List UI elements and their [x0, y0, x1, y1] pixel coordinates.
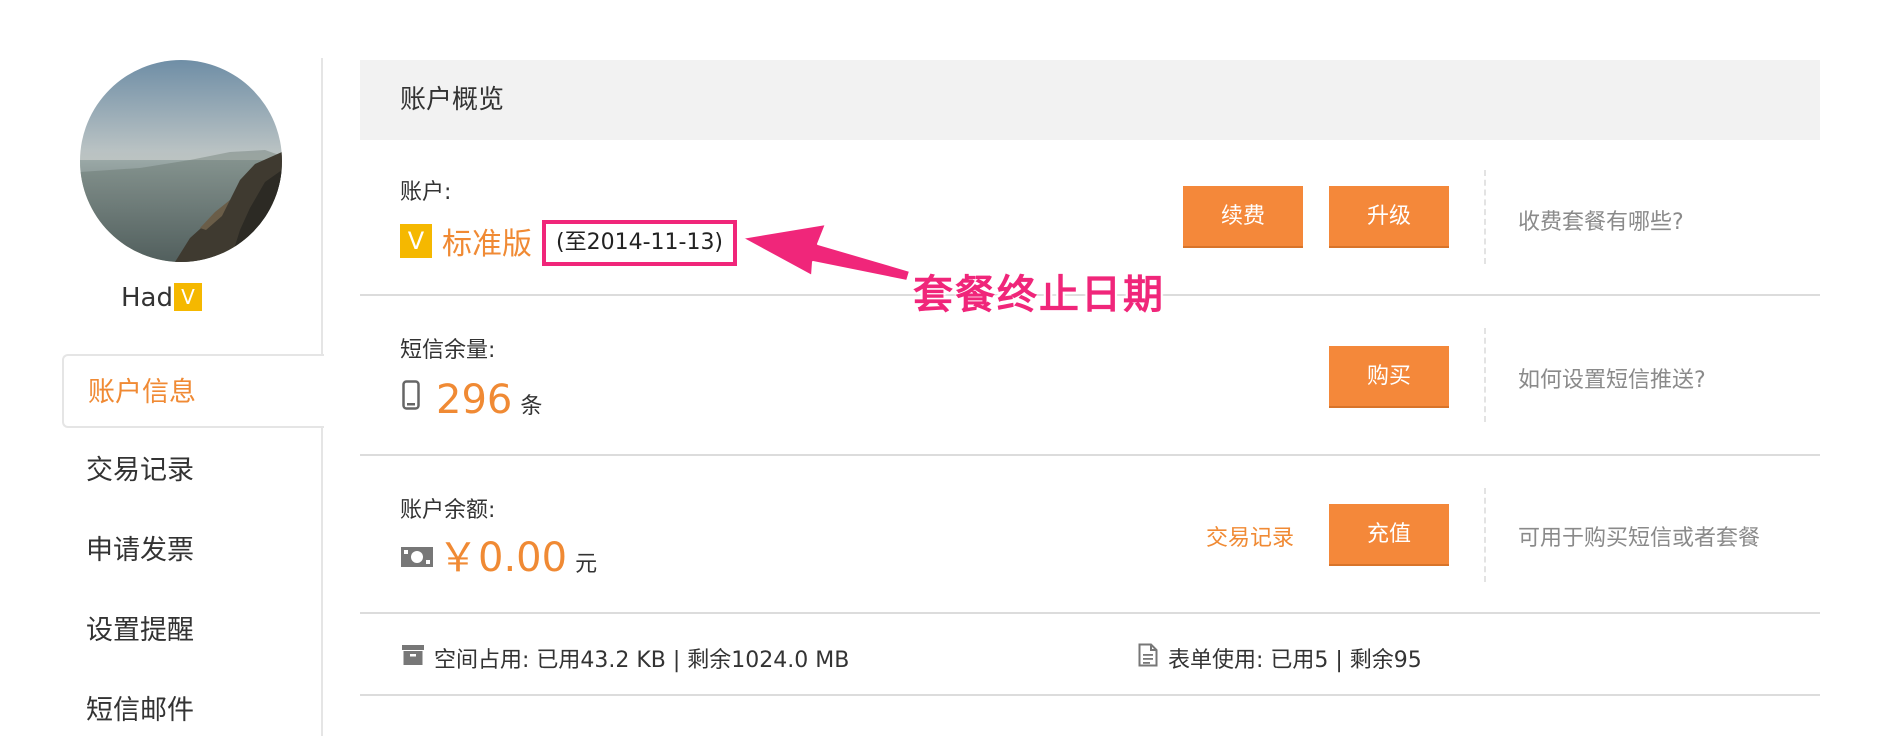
space-usage: 空间占用: 已用43.2 KB | 剩余1024.0 MB: [402, 642, 849, 674]
sidebar-item-transactions[interactable]: 交易记录: [62, 434, 322, 508]
balance-value: ￥0.00: [438, 535, 568, 581]
buy-sms-button[interactable]: 购买: [1329, 346, 1449, 406]
annotation-label: 套餐终止日期: [913, 272, 1165, 318]
renew-button[interactable]: 续费: [1183, 186, 1303, 246]
sidebar: Had V 账户信息 交易记录 申请发票 设置提醒 短信邮件: [0, 0, 324, 736]
sms-unit: 条: [520, 394, 543, 419]
balance-unit: 元: [575, 552, 598, 577]
document-icon: [1138, 643, 1158, 673]
sidebar-item-reminders[interactable]: 设置提醒: [62, 594, 322, 668]
expiry-date-highlight: (至2014-11-13): [542, 220, 738, 266]
balance-row: 账户余额: ￥0.00 元 交易记录 充值 可用于购买短信或者套餐: [360, 456, 1820, 614]
sidebar-item-account-info[interactable]: 账户信息: [62, 354, 324, 428]
user-name: Had: [121, 283, 173, 313]
sms-row: 短信余量: 296 条 购买 如何设置短信推送?: [360, 296, 1820, 456]
balance-help-text: 可用于购买短信或者套餐: [1518, 526, 1761, 551]
row-divider: [1484, 170, 1486, 264]
plan-info: V 标准版: [400, 220, 532, 262]
account-label: 账户:: [400, 180, 452, 205]
plan-help-link[interactable]: 收费套餐有哪些?: [1518, 204, 1684, 236]
account-overview-panel: 账户概览 账户: V 标准版 (至2014-11-13) 续费 升级 收费套餐有…: [360, 60, 1820, 696]
archive-icon: [402, 645, 424, 671]
form-usage-text: 表单使用: 已用5 | 剩余95: [1168, 648, 1422, 673]
usage-row: 空间占用: 已用43.2 KB | 剩余1024.0 MB 表单使用: 已用5 …: [360, 614, 1820, 696]
avatar-image: [80, 60, 282, 262]
balance-amount: ￥0.00 元: [400, 538, 597, 578]
user-name-row: Had V: [0, 280, 323, 316]
space-usage-text: 空间占用: 已用43.2 KB | 剩余1024.0 MB: [434, 648, 850, 673]
upgrade-button[interactable]: 升级: [1329, 186, 1449, 246]
plan-name: 标准版: [442, 227, 532, 262]
sms-label: 短信余量:: [400, 338, 496, 363]
cash-icon: [400, 546, 434, 572]
phone-icon: [402, 380, 420, 414]
sidebar-item-invoice[interactable]: 申请发票: [62, 514, 322, 588]
sms-balance: 296 条: [402, 380, 542, 420]
row-divider: [1484, 488, 1486, 582]
vip-badge: V: [174, 283, 202, 311]
avatar[interactable]: [80, 60, 282, 262]
recharge-button[interactable]: 充值: [1329, 504, 1449, 564]
sms-help-link[interactable]: 如何设置短信推送?: [1518, 362, 1706, 394]
transactions-link[interactable]: 交易记录: [1206, 520, 1294, 552]
panel-title: 账户概览: [360, 60, 1820, 140]
balance-label: 账户余额:: [400, 498, 496, 523]
sms-count: 296: [436, 377, 513, 423]
plan-badge: V: [400, 224, 432, 258]
sidebar-item-sms-email[interactable]: 短信邮件: [62, 674, 322, 736]
form-usage: 表单使用: 已用5 | 剩余95: [1138, 642, 1422, 674]
row-divider: [1484, 328, 1486, 422]
